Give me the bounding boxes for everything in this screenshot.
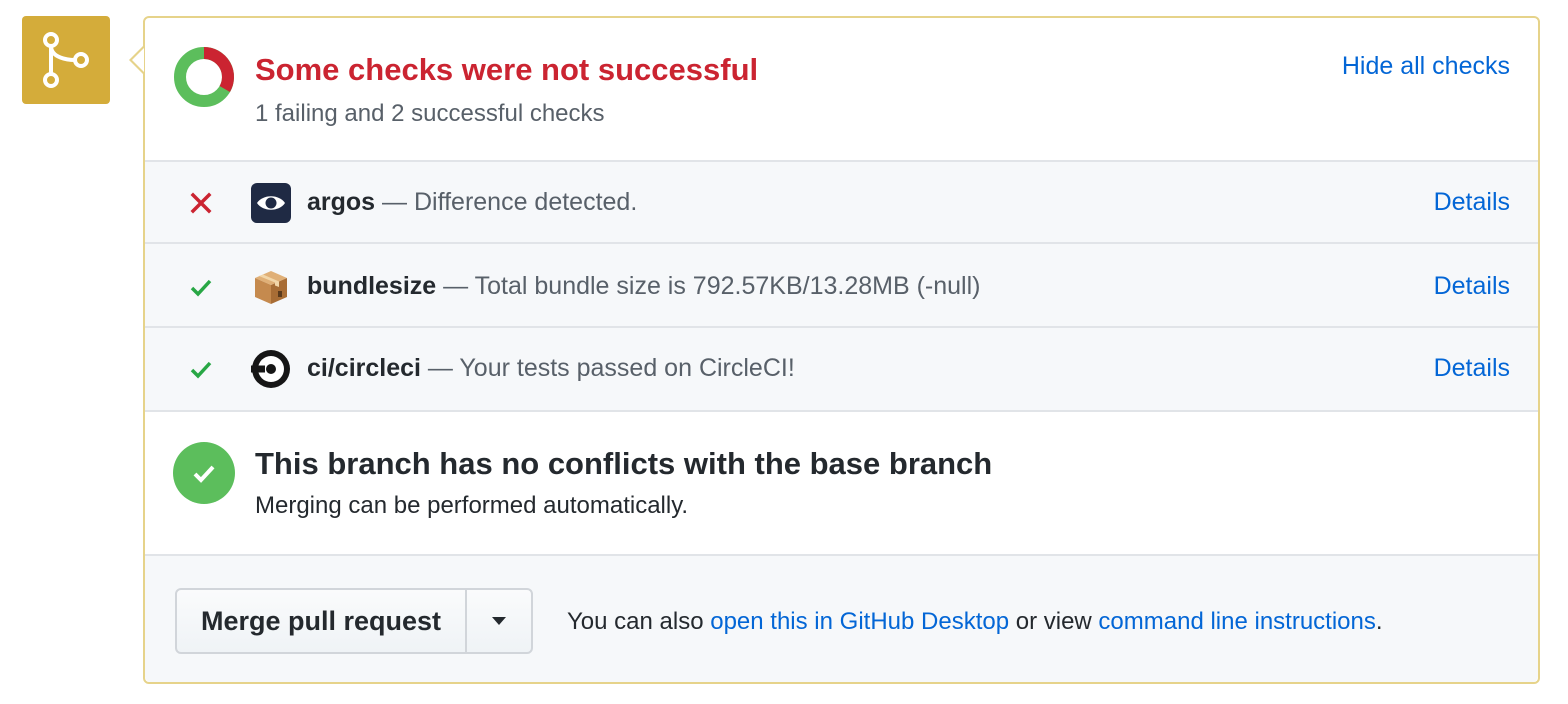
details-link[interactable]: Details: [1434, 188, 1510, 217]
package-box-icon: [251, 267, 291, 307]
git-branch-icon: [43, 32, 89, 88]
hide-all-checks-link[interactable]: Hide all checks: [1342, 52, 1510, 81]
merge-actions: Merge pull request You can also open thi…: [145, 556, 1538, 682]
merge-button-group: Merge pull request: [175, 588, 534, 654]
check-row-bundlesize: bundlesize — Total bundle size is 792.57…: [145, 246, 1538, 328]
caret-down-icon: [492, 617, 507, 625]
panel-pointer-fill: [132, 48, 144, 72]
check-text: bundlesize — Total bundle size is 792.57…: [307, 272, 980, 301]
open-in-desktop-link[interactable]: open this in GitHub Desktop: [710, 608, 1009, 635]
check-icon: [190, 279, 212, 297]
x-icon: [190, 192, 212, 214]
check-description: — Difference detected.: [375, 188, 638, 216]
alt-middle: or view: [1009, 608, 1099, 635]
check-name: bundlesize: [307, 272, 437, 300]
alt-suffix: .: [1375, 608, 1383, 635]
details-link[interactable]: Details: [1434, 272, 1510, 301]
merge-status-title: This branch has no conflicts with the ba…: [255, 446, 993, 481]
checks-list: argos — Difference detected. Details bun…: [145, 162, 1538, 412]
check-text: argos — Difference detected.: [307, 188, 637, 217]
command-line-instructions-link[interactable]: command line instructions: [1098, 608, 1375, 635]
alt-prefix: You can also: [567, 608, 711, 635]
checks-summary: Some checks were not successful 1 failin…: [145, 18, 1538, 162]
alternative-merge-text: You can also open this in GitHub Desktop…: [567, 608, 1383, 636]
check-text: ci/circleci — Your tests passed on Circl…: [307, 354, 795, 383]
success-check-icon: [173, 442, 235, 504]
merge-pull-request-button[interactable]: Merge pull request: [177, 590, 468, 652]
checks-status-summary: 1 failing and 2 successful checks: [255, 100, 605, 127]
merge-status: This branch has no conflicts with the ba…: [145, 412, 1538, 556]
merge-status-subtitle: Merging can be performed automatically.: [255, 492, 689, 519]
check-row-argos: argos — Difference detected. Details: [145, 162, 1538, 244]
check-name: argos: [307, 188, 376, 216]
argos-eye-icon: [251, 183, 291, 223]
checks-status-title: Some checks were not successful: [255, 52, 759, 87]
check-name: ci/circleci: [307, 354, 421, 382]
check-description: — Total bundle size is 792.57KB/13.28MB …: [436, 272, 981, 300]
merge-box: Some checks were not successful 1 failin…: [143, 16, 1540, 684]
git-merge-badge: [22, 16, 110, 104]
circleci-logo-icon: [251, 349, 291, 389]
details-link[interactable]: Details: [1434, 354, 1510, 383]
check-icon: [190, 361, 212, 379]
check-row-circleci: ci/circleci — Your tests passed on Circl…: [145, 328, 1538, 410]
merge-method-dropdown[interactable]: [467, 590, 531, 652]
check-description: — Your tests passed on CircleCI!: [420, 354, 795, 382]
checks-donut-icon: [174, 47, 234, 107]
